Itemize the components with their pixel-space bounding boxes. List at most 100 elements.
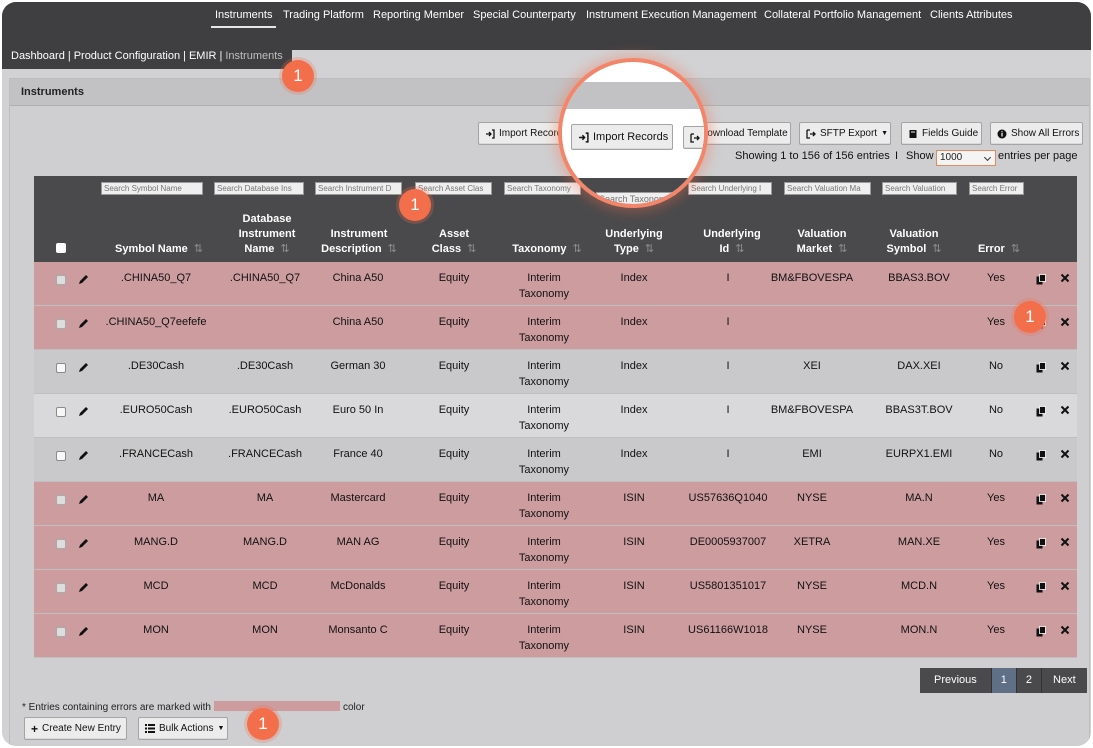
row-checkbox[interactable] [56, 407, 66, 417]
breadcrumb-emir[interactable]: EMIR [189, 50, 217, 62]
cell-db: MA [256, 492, 274, 504]
pagination-next[interactable]: Next [1042, 668, 1087, 693]
cell-vsymbol: BBAS3T.BOV [885, 404, 953, 416]
row-checkbox[interactable] [56, 539, 66, 549]
table-row[interactable]: MANG.D MANG.D MAN AG Equity ISIN DE0005937007… [34, 526, 1077, 570]
row-checkbox[interactable] [56, 275, 66, 285]
search-symbol-name-input[interactable] [101, 182, 203, 195]
table-row[interactable]: .CHINA50_Q7eefefe China A50 Equity Index I Ye… [34, 306, 1077, 350]
row-checkbox[interactable] [56, 451, 66, 461]
import-records-button-small[interactable]: Import Records [478, 122, 567, 145]
sftp-export-button[interactable]: SFTP Export ▼ [799, 122, 891, 145]
pencil-icon[interactable] [78, 362, 89, 376]
delete-icon[interactable] [1060, 537, 1070, 550]
bulk-actions-button[interactable]: Bulk Actions ▼ [138, 717, 228, 740]
th-instrument-description[interactable]: Instrument Description ⇅ [309, 227, 409, 257]
row-checkbox[interactable] [56, 363, 66, 373]
th-underlying-id[interactable]: Underlying Id ⇅ [682, 227, 782, 257]
copy-icon[interactable] [1036, 450, 1047, 464]
table-row[interactable]: .EURO50Cash .EURO50Cash Euro 50 In Equity In… [34, 394, 1077, 438]
page-size-select[interactable]: 1000 [936, 150, 996, 166]
panel-title: Instruments [10, 79, 1089, 106]
copy-icon[interactable] [1036, 494, 1047, 508]
th-underlying-type[interactable]: Underlying Type ⇅ [584, 227, 684, 257]
th-error[interactable]: Error ⇅ [964, 242, 1034, 257]
cell-asset: Equity [438, 360, 470, 372]
row-checkbox[interactable] [56, 583, 66, 593]
breadcrumb-separator: | [219, 50, 223, 62]
cell-error: No [988, 448, 1004, 460]
pencil-icon[interactable] [78, 450, 89, 464]
row-checkbox[interactable] [56, 627, 66, 637]
search-instrument-description-input[interactable] [315, 182, 402, 195]
cell-asset: Equity [438, 536, 470, 548]
delete-icon[interactable] [1060, 361, 1070, 374]
table-row[interactable]: MON MON Monsanto C Equity ISIN US61166W1018 NY… [34, 614, 1077, 658]
pencil-icon[interactable] [78, 318, 89, 332]
breadcrumb-product-configuration[interactable]: Product Configuration [74, 50, 180, 62]
cell-desc: Mastercard [330, 492, 386, 504]
row-checkbox[interactable] [56, 495, 66, 505]
cell-db: .EURO50Cash [228, 404, 302, 416]
search-error-input[interactable] [969, 182, 1024, 195]
copy-icon[interactable] [1036, 406, 1047, 420]
breadcrumb-separator: | [67, 50, 71, 62]
fields-guide-button[interactable]: Fields Guide [901, 122, 982, 145]
pencil-icon[interactable] [78, 494, 89, 508]
pencil-icon[interactable] [78, 538, 89, 552]
delete-icon[interactable] [1060, 493, 1070, 506]
pagination-page-1[interactable]: 1 [991, 668, 1017, 693]
create-new-entry-button[interactable]: + Create New Entry [24, 717, 127, 740]
table-row[interactable]: .FRANCECash .FRANCECash France 40 Equity Ind… [34, 438, 1077, 482]
table-row[interactable]: MA MA Mastercard Equity ISIN US57636Q1040 NYSE… [34, 482, 1077, 526]
th-valuation-market[interactable]: Valuation Market ⇅ [772, 227, 872, 257]
nav-special-counterparty[interactable]: Special Counterparty [473, 9, 576, 21]
copy-icon[interactable] [1036, 538, 1047, 552]
pencil-icon[interactable] [78, 274, 89, 288]
pencil-icon[interactable] [78, 626, 89, 640]
spotlight-highlight: Import Records [558, 58, 708, 208]
show-all-errors-button[interactable]: Show All Errors [990, 122, 1083, 145]
create-new-entry-label: Create New Entry [42, 723, 121, 734]
delete-icon[interactable] [1060, 625, 1070, 638]
delete-icon[interactable] [1060, 449, 1070, 462]
th-valuation-symbol[interactable]: Valuation Symbol ⇅ [864, 227, 964, 257]
copy-icon[interactable] [1036, 362, 1047, 376]
pencil-icon[interactable] [78, 582, 89, 596]
copy-icon[interactable] [1036, 582, 1047, 596]
nav-instrument-execution-management[interactable]: Instrument Execution Management [586, 9, 757, 21]
cell-desc: France 40 [333, 448, 383, 460]
th-symbol-name[interactable]: Symbol Name ⇅ [104, 242, 214, 257]
th-taxonomy[interactable]: Taxonomy ⇅ [497, 242, 597, 257]
th-asset-class[interactable]: Asset Class ⇅ [409, 227, 499, 257]
delete-icon[interactable] [1060, 317, 1070, 330]
table-row[interactable]: .DE30Cash .DE30Cash German 30 Equity Index I X… [34, 350, 1077, 394]
nav-reporting-member[interactable]: Reporting Member [373, 9, 464, 21]
table-row[interactable]: MCD MCD McDonalds Equity ISIN US5801351017 NYS… [34, 570, 1077, 614]
delete-icon[interactable] [1060, 273, 1070, 286]
copy-icon[interactable] [1036, 626, 1047, 640]
pagination-previous[interactable]: Previous [920, 668, 992, 693]
download-template-label: Download Template [700, 128, 788, 139]
cell-vmarket: NYSE [797, 580, 827, 592]
nav-clients-attributes[interactable]: Clients Attributes [930, 9, 1013, 21]
row-checkbox[interactable] [56, 319, 66, 329]
delete-icon[interactable] [1060, 405, 1070, 418]
th-database-instrument-name[interactable]: Database Instrument Name ⇅ [212, 212, 322, 257]
nav-instruments[interactable]: Instruments [210, 9, 277, 28]
nav-trading-platform[interactable]: Trading Platform [283, 9, 364, 21]
search-valuation-symbol-input[interactable] [882, 182, 957, 195]
search-database-instrument-input[interactable] [214, 182, 304, 195]
nav-collateral-portfolio-management[interactable]: Collateral Portfolio Management [764, 9, 921, 21]
import-records-button[interactable]: Import Records [571, 124, 673, 150]
pencil-icon[interactable] [78, 406, 89, 420]
select-all-checkbox[interactable] [56, 243, 66, 253]
breadcrumb-dashboard[interactable]: Dashboard [11, 50, 65, 62]
table-row[interactable]: .CHINA50_Q7 .CHINA50_Q7 China A50 Equity Ind… [34, 262, 1077, 306]
delete-icon[interactable] [1060, 581, 1070, 594]
copy-icon[interactable] [1036, 274, 1047, 288]
cell-symbol: MANG.D [134, 536, 178, 548]
pagination-page-2[interactable]: 2 [1016, 668, 1043, 693]
cell-asset: Equity [438, 272, 470, 284]
search-valuation-market-input[interactable] [784, 182, 871, 195]
